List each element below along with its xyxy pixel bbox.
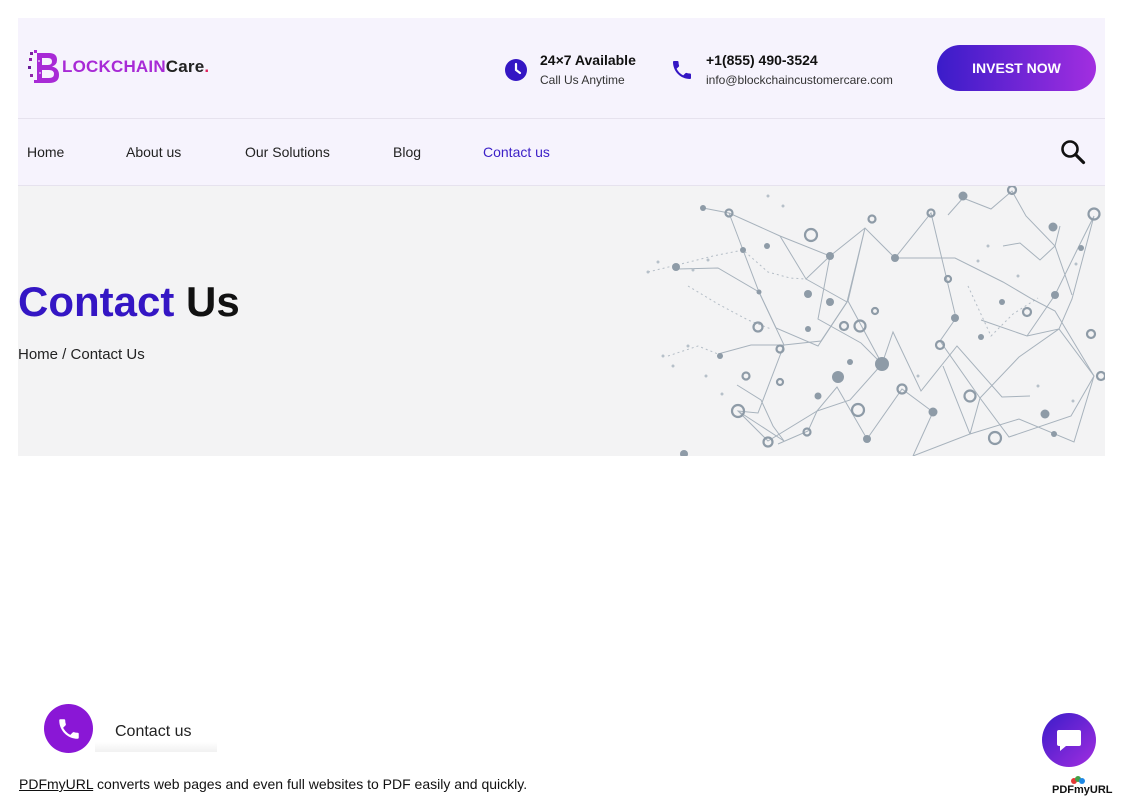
nav-item-home[interactable]: Home	[27, 144, 64, 160]
chat-button[interactable]	[1042, 713, 1096, 767]
nav-item-blog[interactable]: Blog	[393, 144, 421, 160]
pdfmyurl-link[interactable]: PDFmyURL	[19, 776, 93, 792]
page-title: Contact Us	[18, 278, 240, 325]
contact-phone[interactable]: +1(855) 490-3524	[706, 51, 893, 69]
breadcrumb[interactable]: Home / Contact Us	[18, 346, 145, 363]
brand-logo[interactable]: LOCKCHAINCare.	[28, 48, 209, 86]
page-hero: Contact Us Home / Contact Us	[18, 186, 1105, 456]
nav-item-our-solutions[interactable]: Our Solutions	[245, 144, 330, 160]
chat-icon	[1057, 730, 1081, 751]
pdfmyurl-logo-icon	[1071, 776, 1085, 784]
contact-email[interactable]: info@blockchaincustomercare.com	[706, 71, 893, 89]
search-icon[interactable]	[1060, 139, 1086, 165]
contact-us-label[interactable]: Contact us	[95, 712, 217, 752]
phone-icon	[58, 718, 79, 739]
clock-icon	[505, 59, 527, 81]
phone-icon	[673, 61, 691, 79]
contact-info: +1(855) 490-3524 info@blockchaincustomer…	[670, 51, 893, 89]
availability-subtitle: Call Us Anytime	[540, 73, 625, 87]
logo-b-icon	[28, 50, 59, 83]
pdfmyurl-note: PDFmyURL converts web pages and even ful…	[19, 776, 528, 792]
invest-now-button[interactable]: INVEST NOW	[937, 45, 1096, 91]
main-nav: Home About us Our Solutions Blog Contact…	[18, 118, 1105, 186]
network-graphic	[646, 186, 1105, 456]
pdfmyurl-badge[interactable]: PDFmyURL	[1052, 776, 1113, 796]
site-header: LOCKCHAINCare. 24×7 Available Call Us An…	[18, 18, 1105, 118]
availability-title: 24×7 Available	[540, 52, 636, 68]
call-button[interactable]	[44, 704, 93, 753]
brand-name: LOCKCHAINCare.	[62, 57, 210, 76]
nav-item-contact-us[interactable]: Contact us	[483, 144, 550, 160]
nav-item-about-us[interactable]: About us	[126, 144, 181, 160]
availability-info: 24×7 Available Call Us Anytime	[504, 51, 636, 89]
